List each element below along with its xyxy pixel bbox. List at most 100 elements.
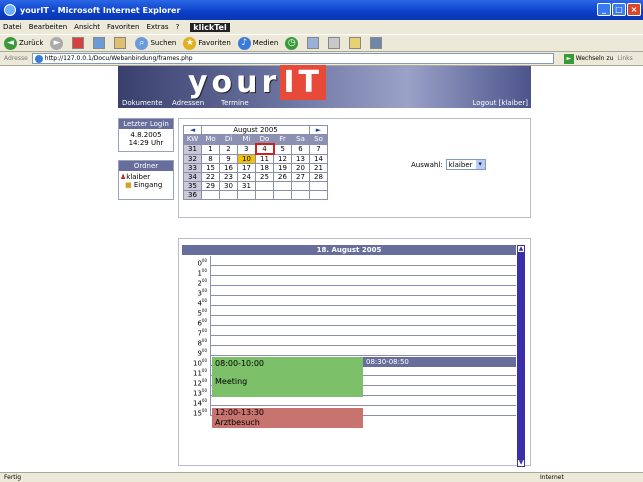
last-login-box: Letzter Login 4.8.2005 14:29 Uhr bbox=[118, 118, 174, 152]
history-button[interactable]: ◷ bbox=[285, 36, 300, 50]
calendar-day[interactable]: 19 bbox=[273, 163, 292, 173]
home-button[interactable] bbox=[114, 37, 128, 49]
calendar-day[interactable]: 11 bbox=[255, 153, 274, 164]
calendar-day[interactable]: 23 bbox=[219, 172, 238, 182]
hour-row[interactable]: 600 bbox=[182, 316, 516, 327]
print-button[interactable] bbox=[328, 37, 342, 49]
media-icon: ♪ bbox=[237, 36, 251, 50]
calendar-day[interactable]: 15 bbox=[201, 163, 220, 173]
week-number: 35 bbox=[183, 181, 202, 191]
hour-row[interactable]: 000 bbox=[182, 256, 516, 267]
calendar-day[interactable]: 4 bbox=[254, 143, 275, 155]
hour-label: 1100 bbox=[182, 366, 211, 377]
calendar-day[interactable]: 2 bbox=[219, 143, 238, 155]
menu-bearbeiten[interactable]: Bearbeiten bbox=[29, 23, 67, 31]
prev-month-button[interactable]: ◄ bbox=[183, 125, 202, 135]
calendar-day[interactable]: 17 bbox=[237, 163, 256, 173]
day-scrollbar[interactable]: ▲ ▼ bbox=[517, 245, 525, 467]
menu-ansicht[interactable]: Ansicht bbox=[74, 23, 100, 31]
go-button[interactable]: Wechseln zu bbox=[576, 55, 614, 62]
calendar-day[interactable]: 29 bbox=[201, 181, 220, 191]
scroll-up-button[interactable]: ▲ bbox=[517, 245, 525, 253]
close-button[interactable]: × bbox=[627, 3, 641, 16]
mail-button[interactable] bbox=[307, 37, 321, 49]
maximize-button[interactable]: □ bbox=[612, 3, 626, 16]
hour-row[interactable]: 500 bbox=[182, 306, 516, 317]
calendar-day[interactable]: 25 bbox=[255, 172, 274, 182]
hour-label: 1500 bbox=[182, 406, 211, 418]
calendar-day[interactable]: 16 bbox=[219, 163, 238, 173]
calendar-day[interactable]: 3 bbox=[237, 143, 256, 155]
back-button[interactable]: ◄ Zurück bbox=[4, 36, 43, 50]
calendar-day[interactable]: 27 bbox=[291, 172, 310, 182]
edit-button[interactable] bbox=[349, 37, 363, 49]
calendar-day bbox=[309, 181, 328, 191]
messenger-button[interactable] bbox=[370, 37, 384, 49]
media-button[interactable]: ♪ Medien bbox=[237, 36, 278, 50]
folder-inbox[interactable]: ■ Eingang bbox=[119, 181, 173, 189]
forward-button[interactable]: ► bbox=[50, 36, 65, 50]
user-select[interactable]: klaiber bbox=[445, 159, 486, 170]
next-month-button[interactable]: ► bbox=[309, 125, 328, 135]
search-button[interactable]: ⌕ Suchen bbox=[135, 36, 176, 50]
calendar-day[interactable]: 12 bbox=[273, 153, 292, 164]
messenger-icon bbox=[370, 37, 383, 49]
nav-adressen[interactable]: Adressen bbox=[172, 99, 204, 108]
folder-user[interactable]: ♟klaiber bbox=[119, 173, 173, 181]
hour-row[interactable]: 200 bbox=[182, 276, 516, 287]
calendar-day[interactable]: 6 bbox=[291, 143, 310, 155]
scroll-down-button[interactable]: ▼ bbox=[517, 459, 525, 467]
logout-link[interactable]: Logout [klaiber] bbox=[472, 99, 528, 108]
last-login-time: 14:29 Uhr bbox=[128, 139, 164, 147]
calendar-day[interactable]: 13 bbox=[291, 153, 310, 164]
hour-row[interactable]: 1400 bbox=[182, 396, 516, 407]
minute-value: 00 bbox=[201, 298, 207, 303]
hour-row[interactable]: 800 bbox=[182, 336, 516, 347]
calendar-day[interactable]: 31 bbox=[237, 181, 256, 191]
menu-datei[interactable]: Datei bbox=[3, 23, 22, 31]
event-meeting[interactable]: 08:00-10:00 Meeting bbox=[212, 357, 363, 397]
hour-row[interactable]: 400 bbox=[182, 296, 516, 307]
calendar-day[interactable]: 30 bbox=[219, 181, 238, 191]
klicktel-button[interactable]: klickTel bbox=[190, 22, 230, 32]
menu-extras[interactable]: Extras bbox=[146, 23, 168, 31]
links-label[interactable]: Links bbox=[617, 55, 632, 62]
calendar-day[interactable]: 20 bbox=[291, 163, 310, 173]
minimize-button[interactable]: _ bbox=[597, 3, 611, 16]
window-titlebar: yourIT - Microsoft Internet Explorer _ □… bbox=[0, 0, 643, 20]
nav-dokumente[interactable]: Dokumente bbox=[122, 99, 163, 108]
hour-row[interactable]: 900 bbox=[182, 346, 516, 357]
stop-button[interactable] bbox=[72, 37, 86, 49]
calendar-day[interactable]: 21 bbox=[309, 163, 328, 173]
hour-row[interactable]: 300 bbox=[182, 286, 516, 297]
calendar-day[interactable]: 9 bbox=[219, 153, 238, 164]
calendar-day[interactable]: 10 bbox=[237, 153, 256, 164]
calendar-day[interactable]: 24 bbox=[237, 172, 256, 182]
calendar-day[interactable]: 5 bbox=[273, 143, 292, 155]
menu-favoriten[interactable]: Favoriten bbox=[107, 23, 139, 31]
calendar-day[interactable]: 26 bbox=[273, 172, 292, 182]
hour-row[interactable]: 100 bbox=[182, 266, 516, 277]
calendar-day[interactable]: 22 bbox=[201, 172, 220, 182]
calendar-day[interactable]: 14 bbox=[309, 153, 328, 164]
favorites-button[interactable]: ★ Favoriten bbox=[183, 36, 231, 50]
go-arrow-icon[interactable]: ► bbox=[563, 53, 574, 64]
calendar-day[interactable]: 7 bbox=[309, 143, 328, 155]
minute-value: 00 bbox=[201, 318, 207, 323]
calendar-day[interactable]: 28 bbox=[309, 172, 328, 182]
last-login-title: Letzter Login bbox=[119, 119, 173, 129]
event-short[interactable]: 08:30-08:50 bbox=[363, 357, 516, 367]
refresh-button[interactable] bbox=[93, 37, 107, 49]
event-short-time: 08:30-08:50 bbox=[366, 358, 409, 366]
hour-value: 15 bbox=[192, 409, 202, 418]
calendar-day[interactable]: 8 bbox=[201, 153, 220, 164]
hour-label: 1300 bbox=[182, 386, 211, 397]
event-meeting-time: 08:00-10:00 bbox=[215, 359, 264, 368]
nav-termine[interactable]: Termine bbox=[221, 99, 249, 108]
calendar-day[interactable]: 18 bbox=[255, 163, 274, 173]
hour-row[interactable]: 700 bbox=[182, 326, 516, 337]
menu-help[interactable]: ? bbox=[176, 23, 180, 31]
event-arzt[interactable]: 12:00-13:30 Arztbesuch bbox=[212, 408, 363, 428]
address-input[interactable]: http://127.0.0.1/Docu/Webanbindung/frame… bbox=[31, 53, 554, 64]
calendar-day[interactable]: 1 bbox=[201, 143, 220, 155]
